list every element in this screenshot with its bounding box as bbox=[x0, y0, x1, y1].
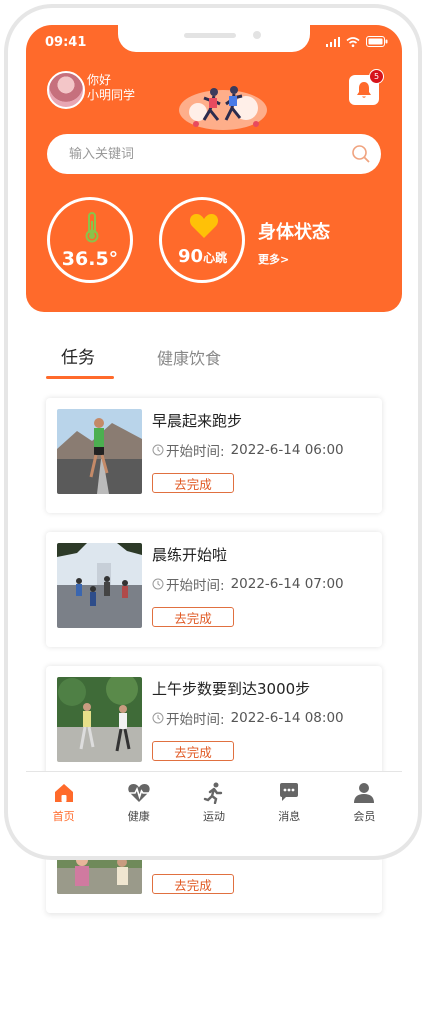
app-screen: 09:41 你好 小明同学 5 输入关键词 36.5° 90心跳 身体状态 更多… bbox=[26, 25, 402, 837]
complete-button[interactable]: 去完成 bbox=[152, 607, 234, 627]
running-icon bbox=[203, 782, 223, 804]
search-icon[interactable] bbox=[351, 144, 371, 164]
task-thumbnail bbox=[57, 677, 142, 762]
time-label: 开始时间: bbox=[166, 712, 225, 728]
user-greeting: 你好 小明同学 bbox=[87, 73, 135, 103]
time-label: 开始时间: bbox=[166, 578, 225, 594]
status-time: 09:41 bbox=[45, 35, 87, 50]
task-time: 开始时间: 2022-6-14 06:00 bbox=[152, 440, 344, 460]
task-title: 早晨起来跑步 bbox=[152, 412, 243, 430]
user-name: 小明同学 bbox=[87, 88, 136, 102]
time-label: 开始时间: bbox=[166, 444, 225, 460]
clock-icon bbox=[152, 578, 164, 590]
heart-icon bbox=[189, 214, 219, 238]
task-card[interactable]: 晨练开始啦 开始时间: 2022-6-14 07:00 去完成 bbox=[46, 532, 382, 647]
wifi-icon bbox=[346, 36, 360, 47]
tab-healthy-diet[interactable]: 健康饮食 bbox=[157, 345, 221, 369]
notch-speaker bbox=[184, 33, 236, 38]
nav-item-messages[interactable]: 消息 bbox=[252, 772, 327, 837]
avatar[interactable] bbox=[47, 71, 85, 109]
complete-button[interactable]: 去完成 bbox=[152, 874, 234, 894]
task-card[interactable]: 早晨起来跑步 开始时间: 2022-6-14 06:00 去完成 bbox=[46, 398, 382, 513]
temperature-widget[interactable]: 36.5° bbox=[47, 197, 133, 283]
complete-button[interactable]: 去完成 bbox=[152, 741, 234, 761]
search-input[interactable] bbox=[67, 145, 351, 163]
nav-label: 首页 bbox=[52, 810, 75, 823]
nav-item-health[interactable]: 健康 bbox=[101, 772, 176, 837]
task-title: 晨练开始啦 bbox=[152, 546, 228, 564]
task-time: 开始时间: 2022-6-14 08:00 bbox=[152, 708, 344, 728]
thermometer-icon bbox=[85, 212, 99, 243]
temperature-value: 36.5° bbox=[61, 248, 119, 270]
home-icon bbox=[54, 784, 73, 802]
header-panel: 09:41 你好 小明同学 5 输入关键词 36.5° 90心跳 身体状态 更多… bbox=[26, 25, 402, 312]
bell-icon bbox=[357, 82, 371, 98]
heart-rate-value: 90心跳 bbox=[178, 246, 227, 267]
chat-icon bbox=[280, 783, 299, 801]
battery-icon bbox=[366, 36, 388, 47]
signal-icon bbox=[326, 36, 340, 47]
time-value: 2022-6-14 07:00 bbox=[230, 576, 344, 592]
task-title: 上午步数要到达3000步 bbox=[152, 680, 311, 698]
nav-item-sports[interactable]: 运动 bbox=[176, 772, 251, 837]
nav-label: 消息 bbox=[278, 810, 301, 823]
nav-item-home[interactable]: 首页 bbox=[26, 772, 101, 837]
time-value: 2022-6-14 06:00 bbox=[230, 442, 344, 458]
clock-icon bbox=[152, 712, 164, 724]
more-link[interactable]: 更多> bbox=[258, 251, 289, 267]
nav-label: 会员 bbox=[353, 810, 376, 823]
heart-rate-widget[interactable]: 90心跳 bbox=[159, 197, 245, 283]
phone-notch bbox=[118, 25, 310, 52]
notification-badge: 5 bbox=[369, 69, 384, 84]
nav-label: 运动 bbox=[203, 810, 225, 823]
body-status-title: 身体状态 bbox=[258, 222, 330, 243]
task-card[interactable]: 上午步数要到达3000步 开始时间: 2022-6-14 08:00 去完成 bbox=[46, 666, 382, 781]
nav-label: 健康 bbox=[127, 810, 150, 823]
user-icon bbox=[354, 783, 375, 803]
tab-bar: 任务 健康饮食 bbox=[46, 343, 246, 381]
notification-button[interactable]: 5 bbox=[349, 69, 384, 105]
tab-tasks[interactable]: 任务 bbox=[61, 343, 95, 368]
tab-active-indicator bbox=[46, 376, 114, 379]
status-icons bbox=[326, 36, 388, 47]
complete-button[interactable]: 去完成 bbox=[152, 473, 234, 493]
time-value: 2022-6-14 08:00 bbox=[230, 710, 344, 726]
clock-icon bbox=[152, 444, 164, 456]
nav-item-member[interactable]: 会员 bbox=[327, 772, 402, 837]
greeting-text: 你好 bbox=[87, 73, 112, 87]
task-thumbnail bbox=[57, 409, 142, 494]
notch-camera bbox=[253, 31, 261, 39]
bottom-nav: 首页 健康 运动 消息 会员 bbox=[26, 771, 402, 837]
search-bar[interactable] bbox=[47, 134, 381, 174]
fitness-illustration bbox=[179, 86, 267, 130]
task-thumbnail bbox=[57, 543, 142, 628]
heart-rate-number: 90 bbox=[178, 246, 204, 267]
task-time: 开始时间: 2022-6-14 07:00 bbox=[152, 574, 344, 594]
heartbeat-icon bbox=[128, 784, 150, 802]
heart-rate-unit: 心跳 bbox=[203, 251, 228, 265]
